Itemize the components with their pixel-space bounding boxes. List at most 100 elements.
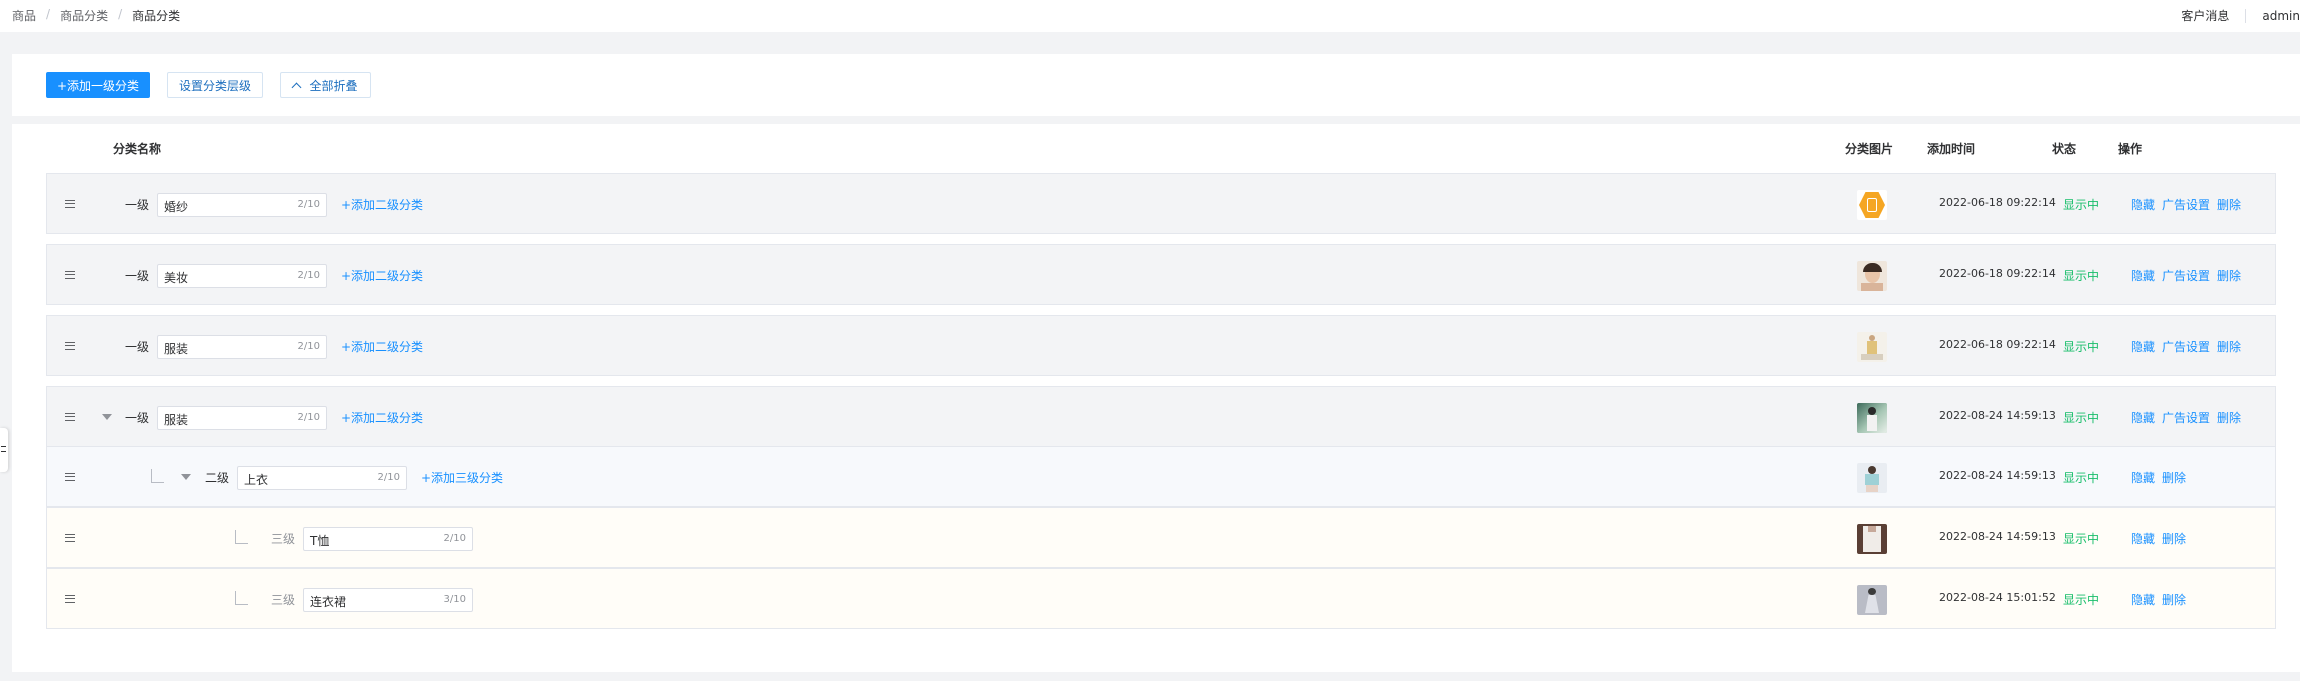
ad-settings-link[interactable]: 广告设置 [2162, 409, 2210, 426]
drag-handle-icon[interactable] [65, 200, 75, 208]
header-status: 状态 [2052, 142, 2077, 156]
category-image[interactable] [1857, 524, 1887, 554]
header-name: 分类名称 [113, 142, 162, 156]
breadcrumb-current: 商品分类 [132, 9, 181, 23]
status-badge: 显示中 [2063, 340, 2100, 354]
header-actions: 操作 [2118, 142, 2143, 156]
tree-elbow-icon [235, 591, 248, 605]
ad-settings-link[interactable]: 广告设置 [2162, 267, 2210, 284]
collapse-all-label: 全部折叠 [309, 78, 358, 93]
drag-handle-icon[interactable] [65, 534, 75, 542]
category-image[interactable] [1857, 463, 1887, 493]
add-subcategory-link[interactable]: +添加二级分类 [341, 409, 423, 426]
category-name-value: T恤 [310, 534, 330, 548]
category-name-input[interactable]: 服装 2/10 [157, 406, 327, 430]
category-name-value: 服装 [164, 413, 189, 427]
delete-link[interactable]: 删除 [2162, 591, 2186, 608]
category-image[interactable] [1857, 403, 1887, 433]
delete-link[interactable]: 删除 [2162, 530, 2186, 547]
level-label: 二级 [205, 471, 230, 485]
hide-link[interactable]: 隐藏 [2131, 409, 2155, 426]
ad-settings-link[interactable]: 广告设置 [2162, 196, 2210, 213]
drag-handle-icon[interactable] [65, 473, 75, 481]
caret-down-icon[interactable] [102, 414, 112, 420]
level-label: 三级 [271, 532, 296, 546]
char-count: 2/10 [297, 270, 320, 281]
table-row: 一级 服装 2/10 +添加二级分类 2022-06-18 09:22:14 显… [46, 315, 2276, 376]
category-image[interactable] [1857, 261, 1887, 291]
delete-link[interactable]: 删除 [2217, 409, 2241, 426]
added-time: 2022-06-18 09:22:14 [1939, 338, 2056, 351]
delete-link[interactable]: 删除 [2217, 338, 2241, 355]
drag-handle-icon[interactable] [65, 595, 75, 603]
hide-link[interactable]: 隐藏 [2131, 469, 2155, 486]
category-name-input[interactable]: 美妆 2/10 [157, 264, 327, 288]
sidebar-toggle[interactable] [0, 428, 8, 472]
category-name-input[interactable]: 连衣裙 3/10 [303, 588, 473, 612]
hide-link[interactable]: 隐藏 [2131, 530, 2155, 547]
header-right: 客户消息 admin [2181, 7, 2300, 24]
hide-link[interactable]: 隐藏 [2131, 267, 2155, 284]
tree-elbow-icon [235, 530, 248, 544]
collapse-all-button[interactable]: 全部折叠 [280, 72, 371, 98]
add-subcategory-link[interactable]: +添加二级分类 [341, 196, 423, 213]
char-count: 2/10 [297, 341, 320, 352]
delete-link[interactable]: 删除 [2162, 469, 2186, 486]
added-time: 2022-06-18 09:22:14 [1939, 196, 2056, 209]
level-label: 一级 [125, 411, 150, 425]
set-category-level-button[interactable]: 设置分类层级 [167, 72, 263, 98]
category-name-value: 服装 [164, 342, 189, 356]
added-time: 2022-08-24 14:59:13 [1939, 469, 2056, 482]
divider [2245, 8, 2247, 23]
add-root-category-button[interactable]: +添加一级分类 [46, 72, 150, 98]
category-name-input[interactable]: 上衣 2/10 [237, 466, 407, 490]
added-time: 2022-06-18 09:22:14 [1939, 267, 2056, 280]
table-header: 分类名称 分类图片 添加时间 状态 操作 [12, 124, 2300, 170]
hide-link[interactable]: 隐藏 [2131, 196, 2155, 213]
category-image[interactable] [1857, 585, 1887, 615]
status-badge: 显示中 [2063, 269, 2100, 283]
category-image[interactable] [1857, 190, 1887, 220]
toolbar-card: +添加一级分类 设置分类层级 全部折叠 [12, 54, 2300, 116]
char-count: 3/10 [443, 594, 466, 605]
category-name-input[interactable]: 服装 2/10 [157, 335, 327, 359]
char-count: 2/10 [297, 412, 320, 423]
status-badge: 显示中 [2063, 532, 2100, 546]
drag-handle-icon[interactable] [65, 271, 75, 279]
level-label: 一级 [125, 269, 150, 283]
category-name-input[interactable]: T恤 2/10 [303, 527, 473, 551]
status-badge: 显示中 [2063, 471, 2100, 485]
customer-message-link[interactable]: 客户消息 [2181, 7, 2229, 24]
add-subcategory-link[interactable]: +添加三级分类 [421, 469, 503, 486]
category-name-input[interactable]: 婚纱 2/10 [157, 193, 327, 217]
category-name-value: 连衣裙 [310, 595, 347, 609]
breadcrumb-separator: / [46, 7, 51, 21]
delete-link[interactable]: 删除 [2217, 267, 2241, 284]
hide-link[interactable]: 隐藏 [2131, 338, 2155, 355]
table-row: 三级 T恤 2/10 2022-08-24 14:59:13 显示中 隐藏 删除 [46, 507, 2276, 568]
hide-link[interactable]: 隐藏 [2131, 591, 2155, 608]
added-time: 2022-08-24 14:59:13 [1939, 409, 2056, 422]
add-subcategory-link[interactable]: +添加二级分类 [341, 267, 423, 284]
breadcrumb: 商品 / 商品分类 / 商品分类 [12, 7, 180, 24]
char-count: 2/10 [443, 533, 466, 544]
delete-link[interactable]: 删除 [2217, 196, 2241, 213]
drag-handle-icon[interactable] [65, 342, 75, 350]
top-bar: 商品 / 商品分类 / 商品分类 客户消息 admin [0, 0, 2300, 32]
caret-down-icon[interactable] [181, 474, 191, 480]
ad-settings-link[interactable]: 广告设置 [2162, 338, 2210, 355]
added-time: 2022-08-24 15:01:52 [1939, 591, 2056, 604]
status-badge: 显示中 [2063, 593, 2100, 607]
breadcrumb-item[interactable]: 商品 [12, 7, 36, 24]
category-name-value: 婚纱 [164, 200, 189, 214]
tree-elbow-icon [151, 469, 164, 483]
breadcrumb-separator: / [118, 7, 123, 21]
level-label: 三级 [271, 593, 296, 607]
breadcrumb-item[interactable]: 商品分类 [60, 7, 108, 24]
add-subcategory-link[interactable]: +添加二级分类 [341, 338, 423, 355]
category-name-value: 上衣 [244, 473, 269, 487]
category-image[interactable] [1857, 332, 1887, 362]
drag-handle-icon[interactable] [65, 413, 75, 421]
table-row: 三级 连衣裙 3/10 2022-08-24 15:01:52 显示中 隐藏 删… [46, 568, 2276, 629]
user-menu[interactable]: admin [2262, 9, 2300, 23]
